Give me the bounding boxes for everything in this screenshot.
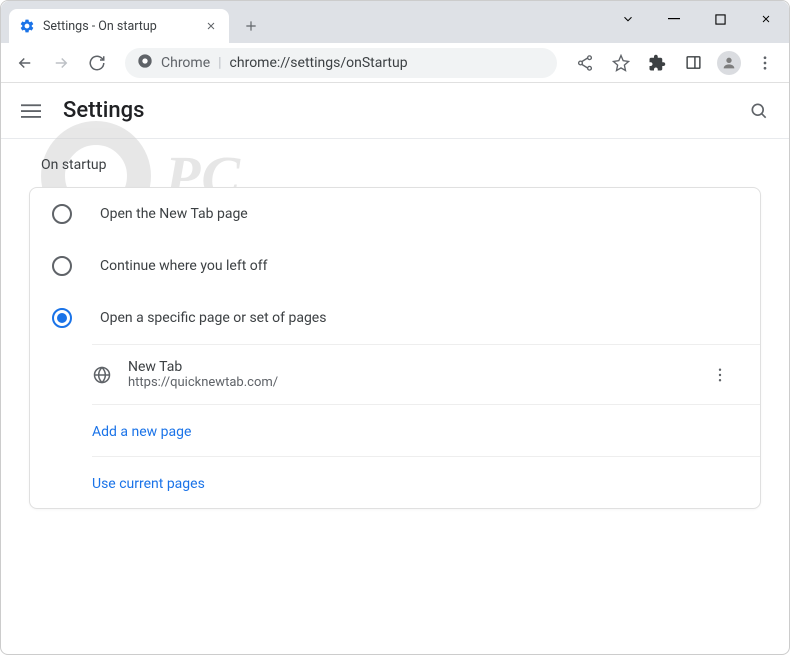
tab-strip: Settings - On startup — [1, 1, 789, 43]
chevron-down-icon[interactable] — [605, 1, 651, 37]
menu-icon[interactable] — [749, 47, 781, 79]
maximize-button[interactable] — [697, 1, 743, 37]
reload-button[interactable] — [81, 47, 113, 79]
sidepanel-icon[interactable] — [677, 47, 709, 79]
tab-title: Settings - On startup — [43, 19, 157, 34]
page-item-title: New Tab — [128, 359, 692, 375]
search-icon[interactable] — [747, 99, 771, 123]
radio-specific-pages[interactable]: Open a specific page or set of pages — [30, 292, 760, 344]
hamburger-menu[interactable] — [19, 99, 43, 123]
chrome-logo-icon — [137, 53, 153, 73]
share-icon[interactable] — [569, 47, 601, 79]
browser-toolbar: Chrome | chrome://settings/onStartup — [1, 43, 789, 83]
settings-header: Settings — [1, 83, 789, 139]
close-icon[interactable] — [203, 18, 219, 34]
globe-icon — [92, 365, 112, 385]
radio-icon — [52, 256, 72, 276]
radio-icon-selected — [52, 308, 72, 328]
omnibox-url: chrome://settings/onStartup — [230, 55, 408, 71]
extensions-icon[interactable] — [641, 47, 673, 79]
back-button[interactable] — [9, 47, 41, 79]
more-options-icon[interactable] — [708, 363, 732, 387]
radio-open-new-tab[interactable]: Open the New Tab page — [30, 188, 760, 240]
close-button[interactable] — [743, 1, 789, 37]
radio-icon — [52, 204, 72, 224]
new-tab-button[interactable] — [237, 12, 265, 40]
profile-button[interactable] — [713, 47, 745, 79]
radio-continue[interactable]: Continue where you left off — [30, 240, 760, 292]
startup-page-item: New Tab https://quicknewtab.com/ — [92, 345, 760, 404]
address-bar[interactable]: Chrome | chrome://settings/onStartup — [125, 48, 557, 78]
forward-button[interactable] — [45, 47, 77, 79]
settings-icon — [19, 18, 35, 34]
window-controls — [605, 1, 789, 37]
bookmark-icon[interactable] — [605, 47, 637, 79]
add-page-link[interactable]: Add a new page — [92, 404, 760, 456]
startup-card: Open the New Tab page Continue where you… — [29, 187, 761, 509]
browser-tab[interactable]: Settings - On startup — [9, 9, 229, 43]
use-current-pages-link[interactable]: Use current pages — [92, 456, 760, 508]
minimize-button[interactable] — [651, 1, 697, 37]
page-title: Settings — [63, 98, 144, 123]
page-item-url: https://quicknewtab.com/ — [128, 375, 692, 390]
omnibox-scheme: Chrome — [161, 55, 210, 71]
section-label: On startup — [41, 157, 761, 173]
